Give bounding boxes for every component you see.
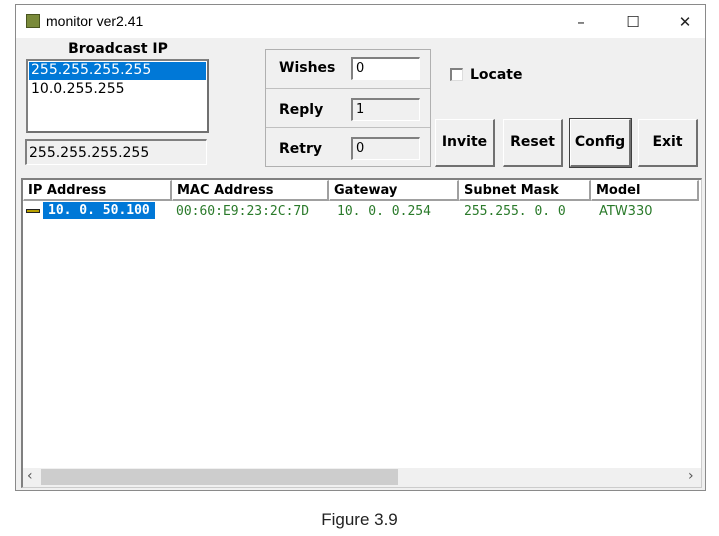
scrollbar-thumb[interactable] — [41, 469, 398, 485]
column-header-mac[interactable]: MAC Address — [172, 180, 329, 201]
scroll-right-arrow[interactable]: › — [688, 468, 694, 484]
invite-button[interactable]: Invite — [435, 119, 495, 167]
ip-cell: 10. 0. 50.100 — [43, 202, 155, 219]
gateway-cell: 10. 0. 0.254 — [337, 204, 431, 219]
title-bar[interactable]: monitor ver2.41 – ☐ ✕ — [16, 5, 705, 38]
wishes-label: Wishes — [279, 60, 336, 76]
model-cell: ATW330 — [599, 204, 653, 219]
close-button[interactable]: ✕ — [670, 11, 700, 33]
window-title: monitor ver2.41 — [46, 13, 144, 29]
app-icon — [26, 14, 40, 28]
column-header-model[interactable]: Model — [591, 180, 699, 201]
column-header-subnet[interactable]: Subnet Mask — [459, 180, 591, 201]
list-item[interactable]: 255.255.255.255 — [29, 62, 206, 80]
monitor-window: monitor ver2.41 – ☐ ✕ Broadcast IP 255.2… — [15, 4, 706, 491]
column-header-gateway[interactable]: Gateway — [329, 180, 459, 201]
retry-field: 0 — [351, 137, 420, 160]
counters-group: Wishes 0 Reply 1 Retry 0 — [265, 49, 431, 167]
wishes-field[interactable]: 0 — [351, 57, 420, 80]
reply-field: 1 — [351, 98, 420, 121]
mac-cell: 00:60:E9:23:2C:7D — [176, 204, 310, 219]
horizontal-scrollbar[interactable]: ‹ › — [23, 468, 701, 487]
device-table[interactable]: IP Address MAC Address Gateway Subnet Ma… — [21, 178, 702, 488]
column-header-ip[interactable]: IP Address — [23, 180, 172, 201]
broadcast-ip-label: Broadcast IP — [68, 41, 168, 57]
exit-button[interactable]: Exit — [638, 119, 698, 167]
reset-button[interactable]: Reset — [503, 119, 563, 167]
list-item[interactable]: 10.0.255.255 — [28, 81, 207, 99]
broadcast-ip-field[interactable]: 255.255.255.255 — [25, 139, 207, 165]
subnet-cell: 255.255. 0. 0 — [464, 204, 566, 219]
broadcast-ip-list[interactable]: 255.255.255.255 10.0.255.255 — [26, 59, 209, 133]
minimize-button[interactable]: – — [566, 11, 596, 33]
maximize-button[interactable]: ☐ — [618, 11, 648, 33]
reply-label: Reply — [279, 102, 324, 118]
figure-caption: Figure 3.9 — [321, 510, 398, 529]
device-icon — [26, 209, 40, 213]
table-row[interactable]: 10. 0. 50.100 00:60:E9:23:2C:7D 10. 0. 0… — [23, 202, 699, 220]
config-button[interactable]: Config — [569, 118, 632, 168]
locate-label: Locate — [470, 67, 523, 83]
locate-checkbox[interactable] — [450, 68, 463, 81]
retry-label: Retry — [279, 141, 322, 157]
scroll-left-arrow[interactable]: ‹ — [27, 468, 33, 484]
